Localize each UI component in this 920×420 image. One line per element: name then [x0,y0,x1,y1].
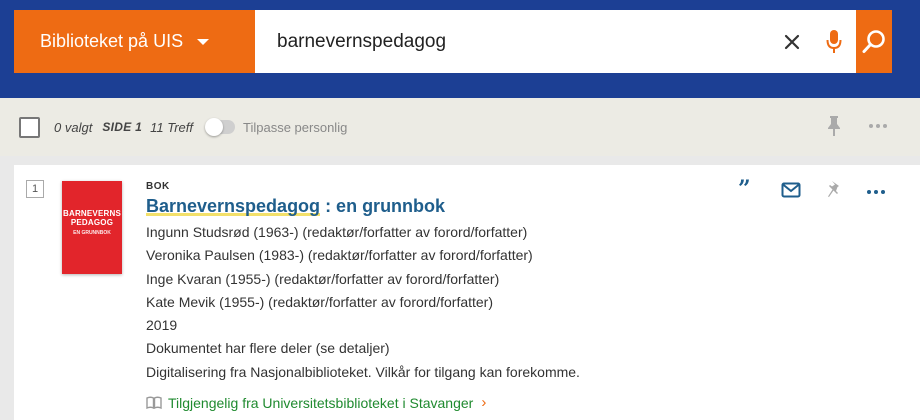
search-bar: Biblioteket på UIS [14,10,892,73]
cover-title: BARNEVERNS PEDAGOG [62,209,121,227]
search-scope-dropdown[interactable]: Biblioteket på UIS [14,10,255,73]
result-number: 1 [26,180,44,198]
publication-year: 2019 [146,317,178,334]
page-indicator: SIDE 1 [102,120,143,134]
search-field [255,10,856,73]
quote-icon: ” [738,176,751,202]
chevron-right-icon: › [481,394,487,411]
author-line: Ingunn Studsrød (1963-) (redaktør/forfat… [146,224,528,240]
email-button[interactable] [781,182,801,203]
result-more-button[interactable] [866,182,886,200]
cover-subtitle: EN GRUNNBOK [73,230,111,236]
clear-search-button[interactable] [772,10,812,73]
resource-type: BOK [146,181,170,192]
cite-button[interactable]: ” [738,176,751,202]
toggle-knob [205,118,224,136]
selected-count: 0 valgt [54,119,93,135]
title-highlight: Barnevernspedagog [146,196,321,216]
mail-icon [781,182,801,198]
open-book-icon [146,396,162,409]
book-cover[interactable]: BARNEVERNS PEDAGOG EN GRUNNBOK [62,181,122,274]
availability-link[interactable]: Tilgjengelig fra Universitetsbiblioteket… [146,394,486,411]
pin-icon [828,181,839,197]
more-icon [869,124,887,128]
pin-all-button[interactable] [826,115,842,142]
author-line: Kate Mevik (1955-) (redaktør/forfatter a… [146,293,494,310]
more-icon [867,190,885,194]
chevron-down-icon [197,38,210,45]
result-item: 1 BARNEVERNS PEDAGOG EN GRUNNBOK BOK Bar… [14,165,920,420]
result-details: Ingunn Studsrød (1963-) (redaktør/forfat… [146,221,580,384]
parts-note: Dokumentet har flere deler (se detaljer) [146,340,390,357]
microphone-icon [826,29,842,53]
result-title-link[interactable]: Barnevernspedagog : en grunnbok [146,196,445,217]
personalize-toggle[interactable] [205,118,236,136]
author-line: Inge Kvaran (1955-) (redaktør/forfatter … [146,270,500,287]
top-bar: Biblioteket på UIS [0,0,920,98]
close-icon [784,34,800,49]
hit-count: 11 Treff [150,119,194,135]
pin-icon [828,116,840,136]
author-line: Veronika Paulsen (1983-) (redaktør/forfa… [146,247,533,264]
availability-text: Tilgjengelig fra Universitetsbiblioteket… [168,394,474,411]
search-input[interactable] [255,10,772,73]
digitization-note: Digitalisering fra Nasjonalbiblioteket. … [146,363,580,380]
search-button[interactable] [856,10,892,73]
select-all-checkbox[interactable] [19,116,40,138]
pin-button[interactable] [826,180,842,205]
title-rest: : en grunnbok [320,196,446,216]
search-scope-label: Biblioteket på UIS [40,31,184,51]
results-toolbar: 0 valgt SIDE 1 11 Treff Tilpasse personl… [0,98,920,156]
search-icon [862,29,885,53]
toolbar-more-button[interactable] [868,116,888,134]
personalize-label: Tilpasse personlig [243,119,348,135]
voice-search-button[interactable] [812,10,856,73]
